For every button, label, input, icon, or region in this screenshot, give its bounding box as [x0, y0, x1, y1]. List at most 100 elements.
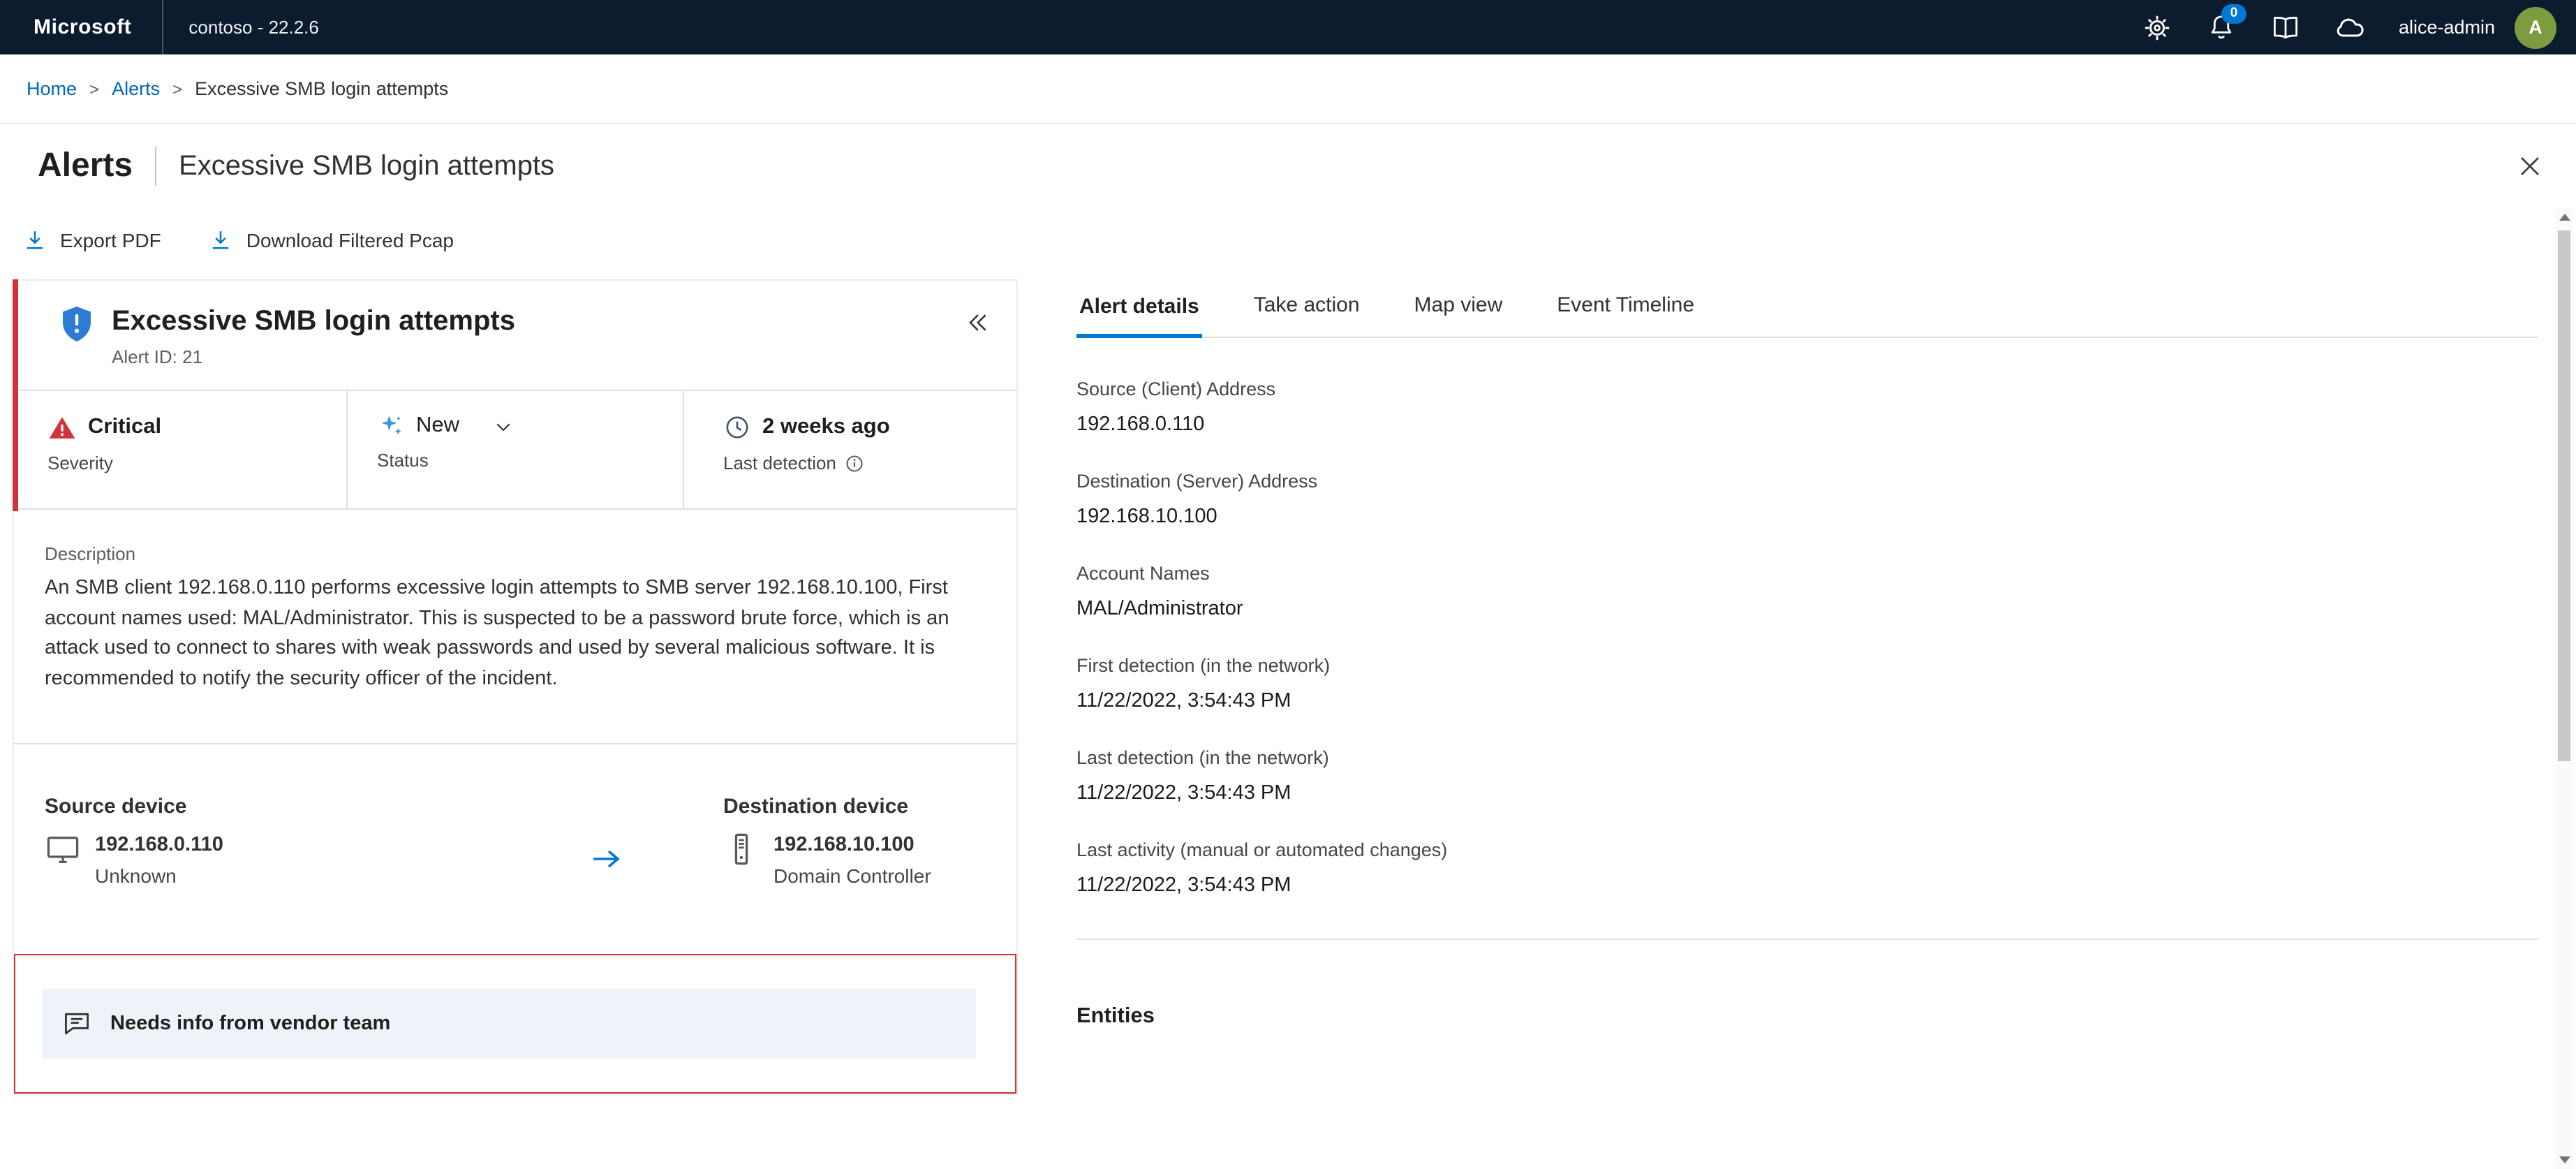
avatar[interactable]: A	[2515, 6, 2556, 48]
page-title: Alerts	[38, 147, 133, 184]
export-pdf-button[interactable]: Export PDF	[22, 228, 161, 253]
breadcrumb-alerts[interactable]: Alerts	[112, 78, 160, 99]
panel-divider	[1076, 939, 2538, 940]
field-value: 192.168.10.100	[1076, 506, 1217, 528]
tab-take-action[interactable]: Take action	[1251, 292, 1363, 337]
guide-button[interactable]	[2262, 3, 2309, 51]
field-last-activity: Last activity (manual or automated chang…	[1076, 837, 2538, 901]
field-value: 11/22/2022, 3:54:43 PM	[1076, 874, 1291, 897]
close-icon	[2521, 157, 2539, 175]
vertical-scrollbar[interactable]	[2555, 208, 2573, 1169]
breadcrumb-separator: >	[89, 79, 100, 98]
field-label: Last detection (in the network)	[1076, 747, 1329, 768]
source-device-type: Unknown	[95, 865, 177, 887]
last-detection-value: 2 weeks ago	[723, 412, 1016, 443]
status-dropdown[interactable]: New	[377, 412, 514, 440]
source-device-ip: 192.168.0.110	[95, 834, 223, 856]
destination-device-ip: 192.168.10.100	[773, 834, 915, 856]
field-label: First detection (in the network)	[1076, 655, 1331, 676]
chevron-down-icon	[496, 422, 510, 431]
alert-title-block: Excessive SMB login attempts Alert ID: 2…	[112, 303, 961, 370]
description-label: Description	[45, 543, 136, 564]
tab-event-timeline[interactable]: Event Timeline	[1554, 292, 1697, 337]
critical-severity-icon	[49, 416, 75, 438]
close-button[interactable]	[2509, 145, 2551, 187]
export-pdf-label: Export PDF	[60, 229, 161, 251]
field-value: MAL/Administrator	[1076, 598, 1243, 620]
info-icon[interactable]	[845, 453, 864, 473]
destination-device-info: 192.168.10.100 Domain Controller	[773, 831, 931, 890]
alert-shield-icon	[63, 307, 91, 341]
topbar-divider	[162, 0, 164, 54]
field-label: Account Names	[1076, 563, 1210, 584]
destination-device-type: Domain Controller	[773, 865, 931, 887]
last-detection-cell: 2 weeks ago Last detection	[683, 391, 1016, 508]
download-icon	[27, 231, 43, 249]
severity-value: Critical	[47, 412, 346, 443]
severity-cell: Critical Severity	[14, 391, 346, 508]
source-device-info: 192.168.0.110 Unknown	[95, 831, 223, 890]
download-icon	[213, 231, 229, 249]
field-last-detection: Last detection (in the network) 11/22/20…	[1076, 744, 2538, 809]
tab-bar: Alert details Take action Map view Event…	[1076, 292, 2538, 338]
cloud-button[interactable]	[2326, 3, 2374, 51]
arrow-right-icon	[593, 850, 620, 868]
environment-version-label: contoso - 22.2.6	[188, 17, 319, 38]
destination-device-block: Destination device 192.168.10.100 Domain…	[723, 795, 1000, 890]
severity-stripe	[13, 279, 18, 511]
toolbar: Export PDF Download Filtered Pcap	[0, 208, 2576, 272]
scroll-down-arrow[interactable]	[2555, 1149, 2573, 1169]
alert-meta-row: Critical Severity New Status 2 weeks ago…	[14, 391, 1016, 510]
field-value: 11/22/2022, 3:54:43 PM	[1076, 690, 1291, 712]
breadcrumb-separator: >	[172, 79, 183, 98]
comment-highlight-box: Needs info from vendor team	[14, 954, 1016, 1094]
download-pcap-button[interactable]: Download Filtered Pcap	[209, 228, 454, 253]
breadcrumb: Home > Alerts > Excessive SMB login atte…	[0, 54, 2576, 124]
alert-summary-panel: Excessive SMB login attempts Alert ID: 2…	[13, 279, 1018, 1095]
clock-icon	[726, 416, 748, 439]
field-label: Last activity (manual or automated chang…	[1076, 839, 1448, 860]
breadcrumb-home[interactable]: Home	[27, 78, 77, 99]
entities-heading: Entities	[1076, 1004, 1155, 1028]
server-tower-icon	[734, 833, 748, 865]
field-value: 192.168.0.110	[1076, 413, 1205, 436]
download-pcap-label: Download Filtered Pcap	[246, 229, 454, 251]
comment-item[interactable]: Needs info from vendor team	[42, 989, 976, 1059]
detail-fields: Source (Client) Address 192.168.0.110 De…	[1076, 376, 2538, 901]
severity-text: Critical	[88, 415, 162, 439]
comment-text: Needs info from vendor team	[110, 1013, 391, 1035]
main-content: Excessive SMB login attempts Alert ID: 2…	[0, 272, 2576, 1169]
devices-section: Source device 192.168.0.110 Unknown Dest…	[14, 744, 1016, 890]
new-status-sparkle-icon	[381, 416, 401, 435]
scroll-thumb[interactable]	[2558, 230, 2570, 761]
defender-iot-console: Microsoft contoso - 22.2.6 0 alice-admin…	[0, 0, 2576, 1169]
source-device-row: 192.168.0.110 Unknown	[45, 831, 489, 890]
alert-id: Alert ID: 21	[112, 346, 203, 367]
last-detection-label-text: Last detection	[723, 453, 836, 473]
status-text: New	[416, 413, 460, 437]
guide-book-icon	[2273, 15, 2297, 38]
microsoft-logo: Microsoft	[34, 15, 132, 39]
field-label: Source (Client) Address	[1076, 378, 1276, 399]
field-first-detection: First detection (in the network) 11/22/2…	[1076, 652, 2538, 716]
field-account-names: Account Names MAL/Administrator	[1076, 560, 2538, 624]
alert-card-header: Excessive SMB login attempts Alert ID: 2…	[14, 281, 1016, 391]
tab-alert-details[interactable]: Alert details	[1076, 293, 1202, 338]
field-value: 11/22/2022, 3:54:43 PM	[1076, 782, 1291, 804]
tab-map-view[interactable]: Map view	[1412, 292, 1506, 337]
alert-title: Excessive SMB login attempts	[112, 306, 515, 337]
double-chevron-left-icon	[969, 314, 986, 331]
cloud-icon	[2337, 17, 2364, 36]
settings-button[interactable]	[2133, 3, 2181, 51]
scroll-up-arrow[interactable]	[2555, 208, 2573, 228]
username-label: alice-admin	[2398, 17, 2495, 38]
notifications-button[interactable]: 0	[2198, 3, 2246, 51]
field-source-client-address: Source (Client) Address 192.168.0.110	[1076, 376, 2538, 440]
notification-badge: 0	[2221, 3, 2246, 23]
breadcrumb-current: Excessive SMB login attempts	[195, 78, 449, 99]
source-device-label: Source device	[45, 795, 187, 818]
collapse-panel-button[interactable]	[961, 306, 994, 344]
destination-device-row: 192.168.10.100 Domain Controller	[723, 831, 1000, 890]
source-device-block: Source device 192.168.0.110 Unknown	[45, 795, 489, 890]
last-detection-text: 2 weeks ago	[762, 415, 890, 439]
